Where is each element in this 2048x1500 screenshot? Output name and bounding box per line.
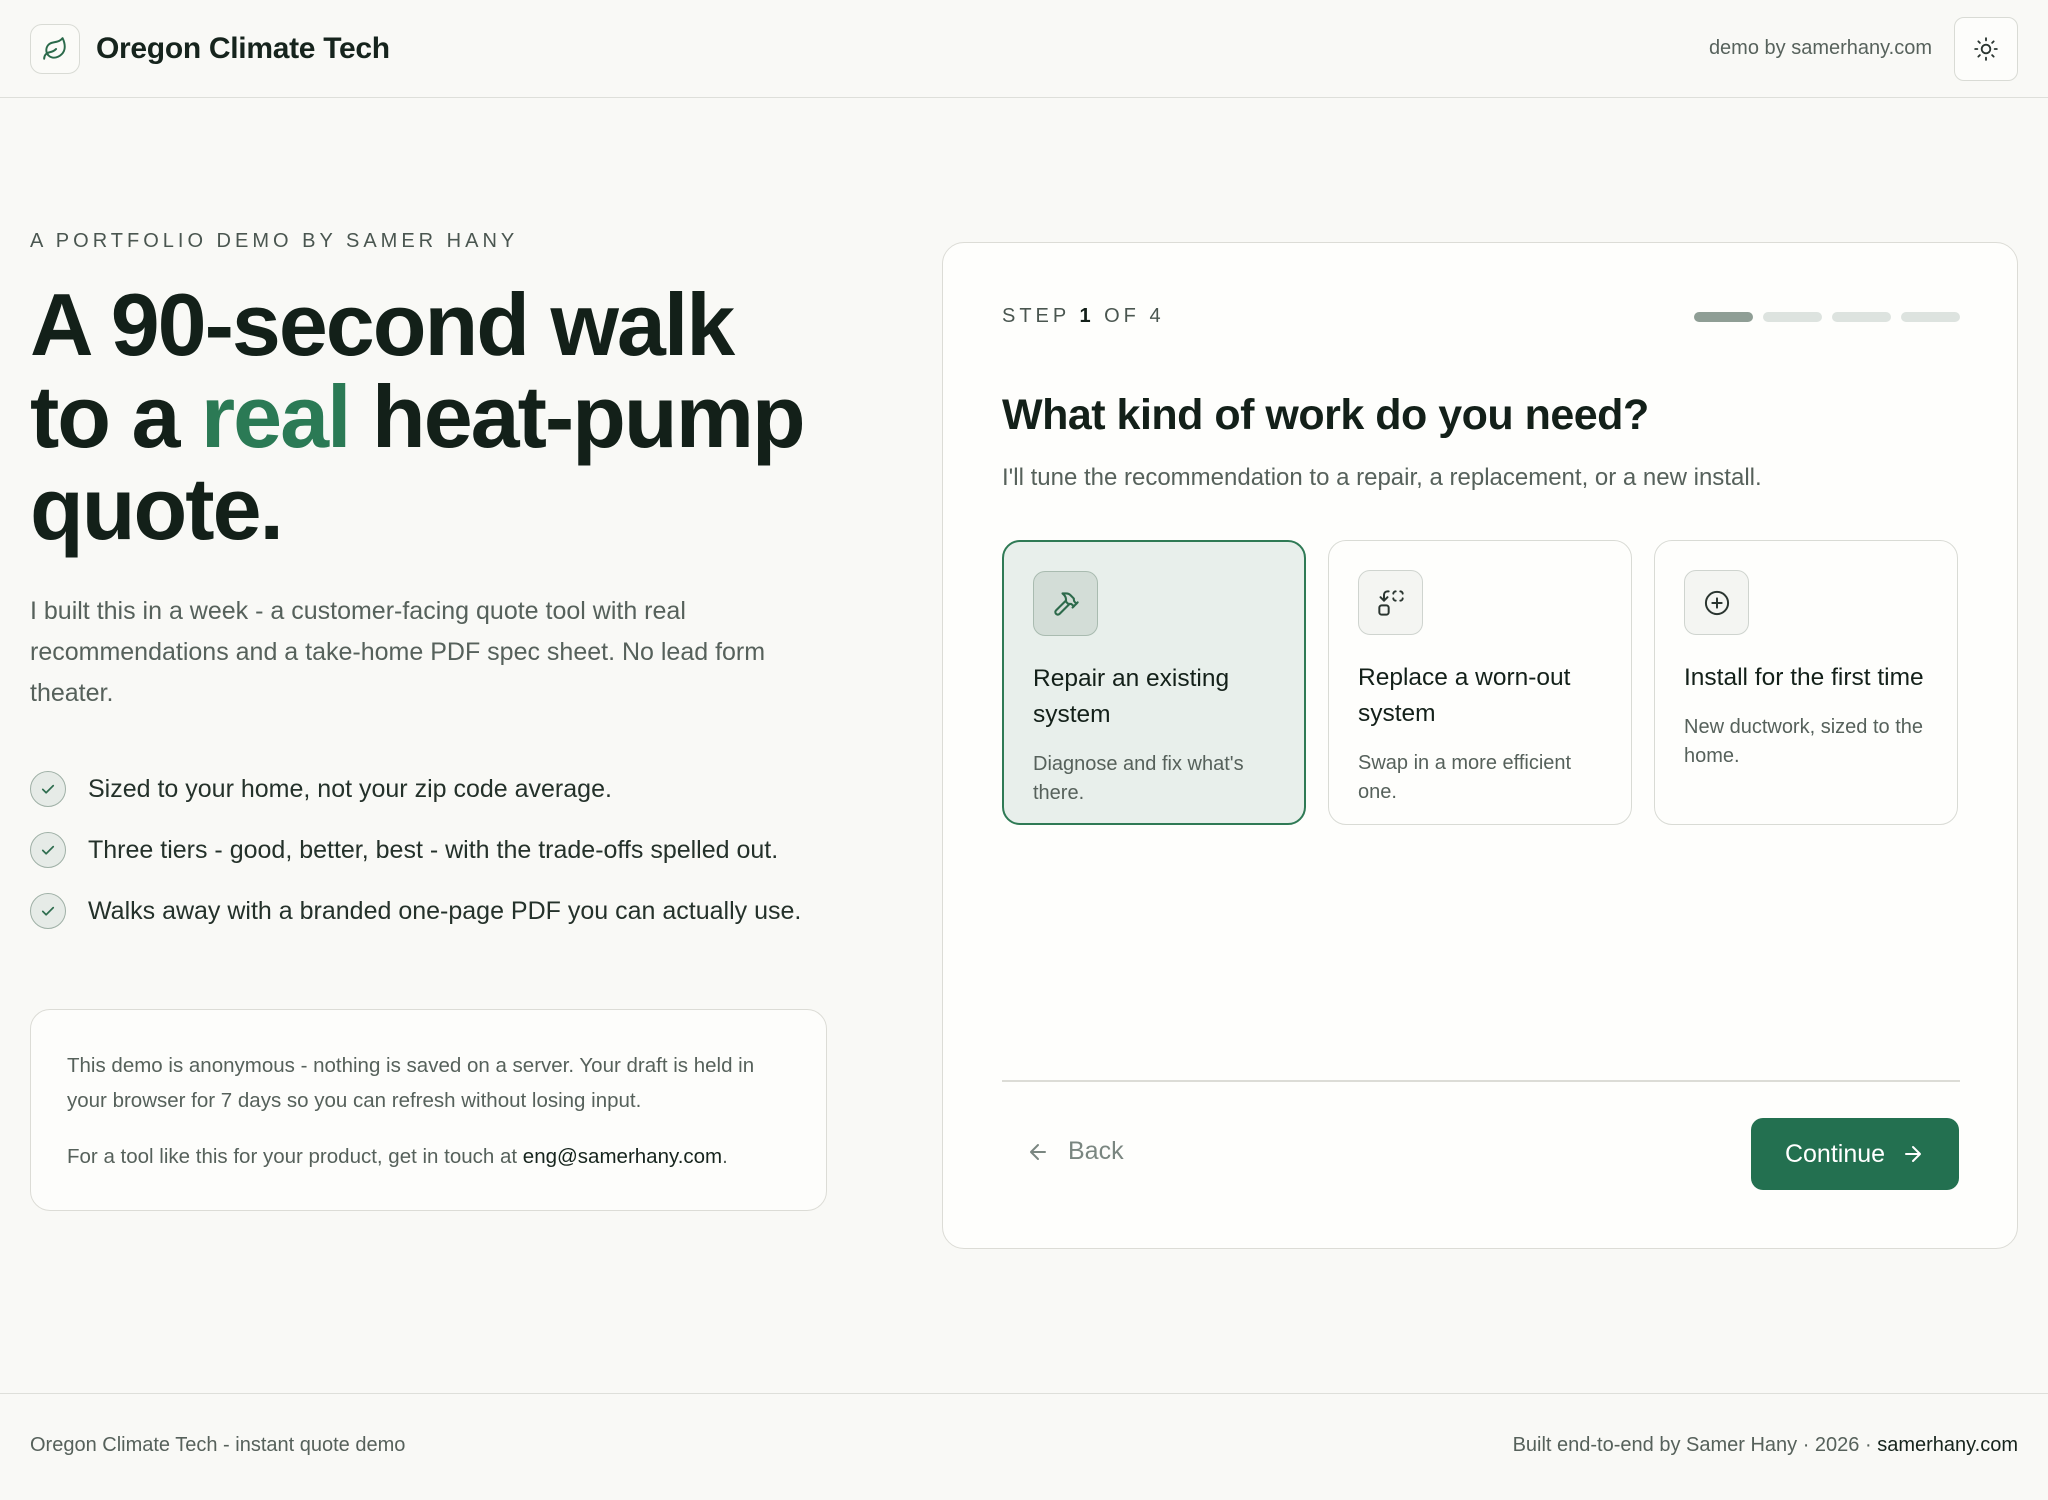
list-item: Three tiers - good, better, best - with … (30, 832, 840, 868)
contact-pre: For a tool like this for your product, g… (67, 1145, 523, 1168)
step-current: 1 (1079, 305, 1095, 327)
quote-wizard-card: STEP 1 OF 4 What kind of work do you nee… (942, 242, 2018, 1249)
privacy-text: This demo is anonymous - nothing is save… (67, 1054, 755, 1112)
back-label: Back (1068, 1137, 1124, 1165)
hero-section: A PORTFOLIO DEMO BY SAMER HANY A 90-seco… (30, 230, 840, 955)
headline-line-2-pre: to a (30, 367, 201, 466)
feature-text: Walks away with a branded one-page PDF y… (88, 896, 802, 925)
question-subtitle: I'll tune the recommendation to a repair… (1002, 464, 1762, 491)
logo (30, 23, 80, 74)
option-title: Install for the first time (1684, 664, 1924, 691)
step-label: STEP 1 OF 4 (1002, 305, 1165, 328)
brand[interactable]: Oregon Climate Tech (30, 23, 390, 74)
option-icon-box (1033, 571, 1098, 636)
check-icon (30, 893, 66, 929)
option-icon-box (1684, 570, 1749, 635)
progress-segment (1832, 311, 1891, 322)
list-item: Walks away with a branded one-page PDF y… (30, 893, 840, 929)
option-icon-box (1358, 570, 1423, 635)
progress-segment (1763, 311, 1822, 322)
step-of: OF (1104, 305, 1140, 327)
headline-line-3: quote. (30, 459, 284, 558)
arrow-right-icon (1905, 1146, 1922, 1162)
check-icon (30, 832, 66, 868)
progress-bar (1694, 311, 1960, 322)
footer-credit: Built end-to-end by Samer Hany · 2026 · (1512, 1433, 1878, 1456)
footer-left-text: Oregon Climate Tech - instant quote demo (30, 1433, 406, 1456)
continue-button[interactable]: Continue (1751, 1118, 1959, 1190)
progress-segment (1694, 311, 1753, 322)
feature-list: Sized to your home, not your zip code av… (30, 771, 840, 929)
option-list: Repair an existing system Diagnose and f… (1002, 540, 1960, 825)
headline-line-2-post: heat-pump (349, 367, 806, 466)
feature-text: Three tiers - good, better, best - with … (88, 835, 779, 864)
contact-email-link[interactable]: eng@samerhany.com (523, 1145, 722, 1168)
step-indicator: STEP 1 OF 4 (1002, 305, 1960, 328)
card-divider (1002, 1080, 1960, 1082)
hammer-icon (1053, 591, 1079, 616)
contact-text: For a tool like this for your product, g… (67, 1139, 790, 1174)
option-repair[interactable]: Repair an existing system Diagnose and f… (1002, 540, 1306, 825)
swap-icon (1377, 589, 1404, 616)
headline-line-1: A 90-second walk (30, 275, 735, 374)
footer-right-text: Built end-to-end by Samer Hany · 2026 · … (1513, 1434, 2018, 1457)
arrow-left-icon (1030, 1143, 1046, 1160)
option-description: New ductwork, sized to the home. (1684, 716, 1923, 767)
feature-text: Sized to your home, not your zip code av… (88, 774, 612, 803)
option-replace[interactable]: Replace a worn-out system Swap in a more… (1328, 540, 1632, 825)
header-right: demo by samerhany.com (1709, 16, 2018, 81)
footer-site-link[interactable]: samerhany.com (1877, 1434, 2018, 1456)
plus-circle-icon (1704, 590, 1729, 615)
top-header: Oregon Climate Tech demo by samerhany.co… (0, 0, 2048, 98)
brand-name: Oregon Climate Tech (96, 31, 390, 65)
contact-post: . (722, 1145, 728, 1168)
continue-label: Continue (1784, 1139, 1886, 1168)
demo-by-link[interactable]: demo by samerhany.com (1709, 37, 1932, 60)
option-title: Repair an existing system (1033, 665, 1230, 728)
page-footer: Oregon Climate Tech - instant quote demo… (0, 1393, 2048, 1500)
option-description: Diagnose and fix what's there. (1033, 753, 1244, 804)
leaf-icon (43, 36, 66, 60)
option-install[interactable]: Install for the first time New ductwork,… (1654, 540, 1958, 825)
option-title: Replace a worn-out system (1358, 664, 1571, 727)
list-item: Sized to your home, not your zip code av… (30, 771, 840, 807)
theme-toggle-button[interactable] (1954, 16, 2018, 81)
step-prefix: STEP (1002, 305, 1070, 327)
headline-accent: real (200, 367, 352, 466)
lede: I built this in a week - a customer-faci… (30, 597, 766, 707)
sun-icon (1974, 36, 1998, 61)
progress-segment (1901, 311, 1960, 322)
privacy-note: This demo is anonymous - nothing is save… (30, 1009, 827, 1211)
page-title: A 90-second walk to a real heat-pump quo… (30, 279, 840, 555)
option-description: Swap in a more efficient one. (1358, 752, 1572, 803)
eyebrow: A PORTFOLIO DEMO BY SAMER HANY (30, 230, 519, 252)
back-button[interactable]: Back (1026, 1137, 1124, 1166)
question-title: What kind of work do you need? (1002, 391, 1649, 439)
step-total: 4 (1149, 305, 1165, 327)
check-icon (30, 771, 66, 807)
